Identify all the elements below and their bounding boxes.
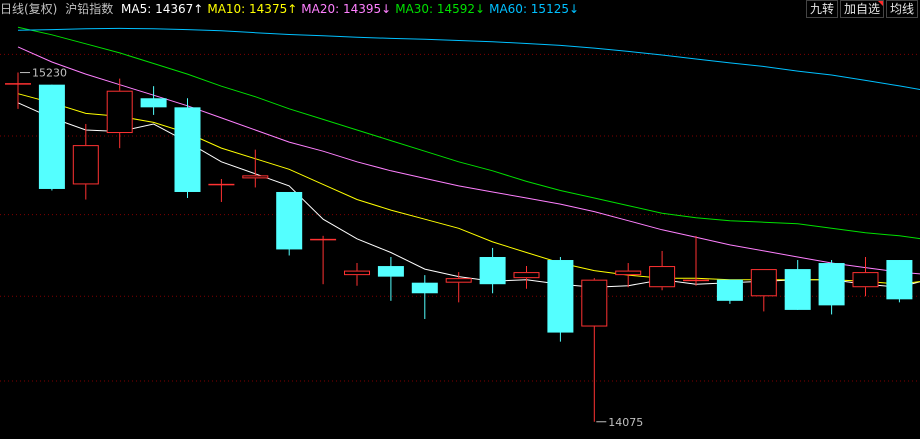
ma-legend-ma20: MA20: 14395↓ (301, 2, 392, 16)
dropdown-corner-icon (877, 1, 883, 6)
ma-legend-ma30: MA30: 14592↓ (395, 2, 486, 16)
ma-line-ma20 (17, 46, 920, 275)
candle-11-body (377, 266, 404, 277)
candle-3-body (106, 90, 133, 134)
chart-period-label: 日线(复权) (0, 2, 58, 16)
ma-line-ma5 (17, 102, 920, 288)
candle-21-body (716, 279, 743, 301)
ma-legend: MA5: 14367↑ MA10: 14375↑ MA20: 14395↓ MA30:… (121, 2, 583, 16)
ma-line-ma10 (17, 93, 920, 285)
candle-24-body (818, 263, 845, 306)
candlestick-chart[interactable]: 15230 14075 (0, 0, 920, 439)
add-watchlist-button[interactable]: 加自选 (839, 0, 884, 18)
candle-19-body (649, 266, 676, 288)
add-watchlist-label: 加自选 (843, 2, 880, 16)
candle-25-body (852, 272, 879, 288)
candle-13-body (445, 278, 472, 283)
candle-6-body (208, 183, 235, 186)
chart-toolbar: 九转 加自选 均线 (805, 0, 918, 18)
candle-16-body (547, 260, 574, 333)
annotation-0-label: 15230 (32, 67, 67, 80)
candle-26-body (886, 260, 913, 300)
ma-legend-ma60: MA60: 15125↓ (489, 2, 580, 16)
jiuzhuan-button[interactable]: 九转 (805, 0, 838, 18)
candle-0-body (5, 83, 31, 85)
candle-22-body (750, 269, 777, 297)
ma-legend-ma10: MA10: 14375↑ (207, 2, 298, 16)
candle-12-body (411, 282, 438, 294)
ma-legend-ma5: MA5: 14367↑ (121, 2, 204, 16)
candle-15-body (513, 272, 540, 279)
candle-17-body (581, 279, 608, 327)
moving-average-button[interactable]: 均线 (885, 0, 918, 18)
candle-23-body (784, 269, 811, 310)
chart-header: 日线(复权) 沪铅指数 MA5: 14367↑ MA10: 14375↑ MA20:… (0, 0, 800, 18)
candle-5-body (174, 107, 201, 192)
instrument-name: 沪铅指数 (65, 2, 114, 16)
ma-line-ma60 (17, 27, 920, 91)
candle-9-body (310, 238, 337, 241)
candle-18-body (615, 270, 642, 276)
candle-20-body (683, 279, 709, 282)
candle-1-body (38, 84, 65, 189)
candle-8-body (276, 191, 303, 250)
annotation-1-label: 14075 (608, 416, 643, 429)
candle-4-body (140, 98, 167, 108)
candle-14-body (479, 256, 506, 285)
candle-2-body (72, 145, 99, 185)
candle-10-body (344, 270, 370, 276)
candle-7-body (242, 175, 269, 179)
ma-line-ma30 (17, 26, 920, 240)
